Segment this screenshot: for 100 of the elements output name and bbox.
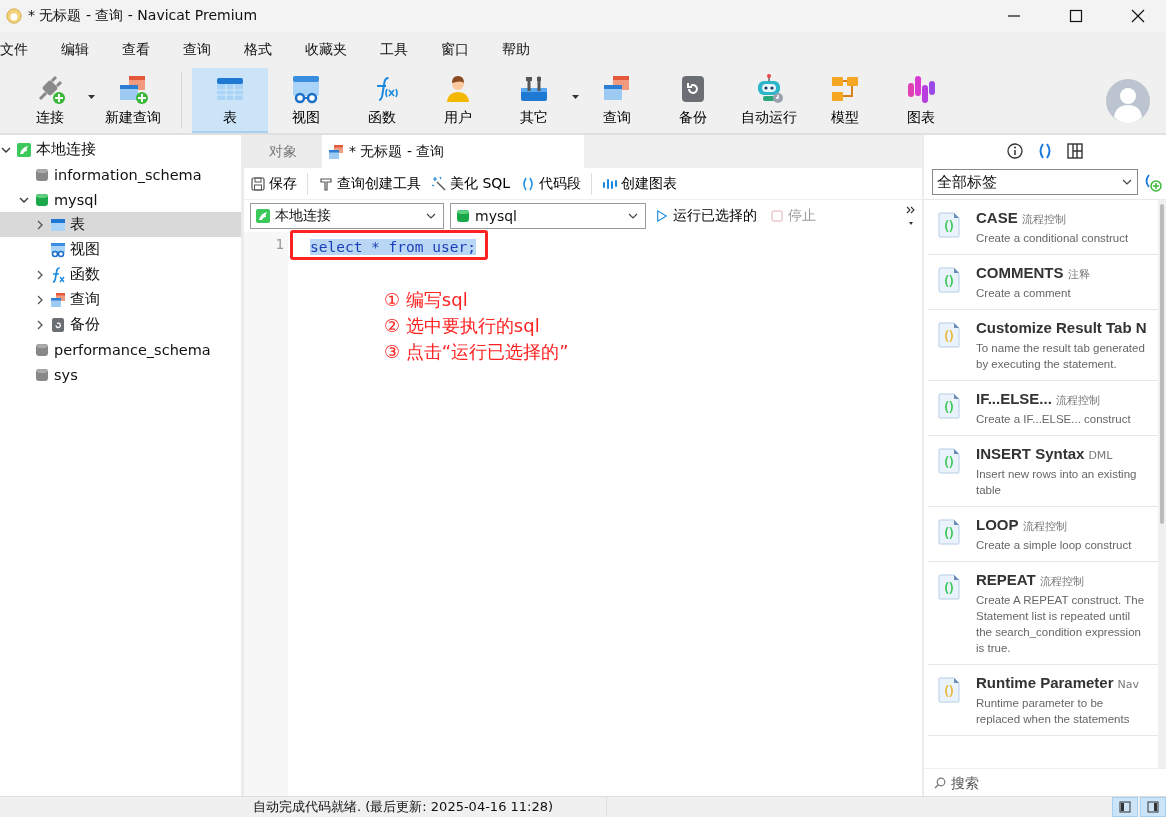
file-icon (938, 448, 960, 474)
annotation: ① 编写sql (384, 288, 469, 312)
toolbar-button[interactable]: 其它 (496, 68, 572, 133)
snippet-tag: DML (1088, 449, 1113, 462)
window-title: * 无标题 - 查询 - Navicat Premium (28, 7, 259, 25)
toolbar-button[interactable]: 查询创建工具 (318, 174, 421, 193)
toolbar-button[interactable]: 美化 SQL (431, 174, 511, 193)
database-icon (34, 341, 50, 358)
file-icon (938, 574, 960, 600)
overflow-icon[interactable] (906, 205, 916, 227)
toolbar-button[interactable]: 图表 (883, 68, 959, 133)
grid-icon[interactable] (1066, 142, 1084, 160)
annotation: ③ 点击“运行已选择的” (384, 340, 570, 364)
tree-item[interactable]: 表 (0, 212, 241, 237)
menu-item[interactable]: 工具 (380, 39, 408, 61)
toolbar-button[interactable]: 视图 (268, 68, 344, 133)
snippet-tag: Nav (1117, 678, 1140, 691)
toolbar-button[interactable]: 新建查询 (95, 68, 171, 133)
menu-item[interactable]: 收藏夹 (305, 39, 347, 61)
snippet-tag: 注释 (1067, 267, 1090, 282)
toolbar-button[interactable]: 代码段 (520, 174, 582, 193)
left-panel-icon (1119, 801, 1131, 813)
tree-item[interactable]: mysql (0, 187, 241, 212)
snippet-item[interactable]: Customize Result Tab N To name the result tab generated by executing the statement. (928, 310, 1158, 381)
database-icon (34, 366, 50, 383)
database-icon (455, 208, 471, 224)
scrollbar[interactable] (1158, 200, 1166, 768)
snippet-item[interactable]: IF...ELSE... 流程控制 Create a IF...ELSE... construct (928, 381, 1158, 436)
snippet-item[interactable]: Runtime Parameter Nav Runtime parameter to be replaced when the statements (928, 665, 1158, 736)
toolbar-button[interactable]: 连接 (12, 68, 88, 133)
menu-item[interactable]: 编辑 (61, 39, 89, 61)
snippet-title: COMMENTS (976, 263, 1064, 282)
snippet-tag: 流程控制 (1022, 519, 1067, 534)
snippet-description: Create a IF...ELSE... construct (976, 412, 1132, 427)
snippet-tag: 流程控制 (1039, 574, 1084, 589)
toolbar-button[interactable]: 创建图表 (602, 174, 678, 193)
panel-toggle-button[interactable] (1112, 797, 1138, 817)
toolbar-button[interactable]: 查询 (579, 68, 655, 133)
search-icon (934, 776, 946, 789)
caret-icon[interactable] (88, 94, 95, 99)
close-icon[interactable] (1131, 9, 1145, 23)
annotation: ② 选中要执行的sql (384, 314, 541, 338)
menu-item[interactable]: 格式 (244, 39, 272, 61)
maximize-icon[interactable] (1069, 9, 1083, 23)
caret-icon[interactable] (572, 94, 579, 99)
snippet-description: Runtime parameter to be replaced when the statements (976, 696, 1131, 727)
tree-item[interactable]: 查询 (0, 287, 241, 312)
right-panel-icon (1147, 801, 1159, 813)
snippet-description: Insert new rows into an existing table (976, 467, 1138, 498)
snippet-title: LOOP (976, 515, 1019, 534)
snippet-tag: 流程控制 (1021, 212, 1066, 227)
toolbar-button[interactable]: 备份 (655, 68, 731, 133)
snippet-item[interactable]: INSERT Syntax DML Insert new rows into an existing table (928, 436, 1158, 507)
tree-item[interactable]: 视图 (0, 237, 241, 262)
snippet-description: Create a conditional construct (976, 231, 1130, 246)
snippet-description: Create a comment (976, 286, 1072, 301)
tab[interactable]: * 无标题 - 查询 (322, 135, 585, 168)
file-icon (938, 267, 960, 293)
snippet-item[interactable]: LOOP 流程控制 Create a simple loop construct (928, 507, 1158, 562)
menu-item[interactable]: 窗口 (441, 39, 469, 61)
tree-item[interactable]: information_schema (0, 162, 241, 187)
tree-item[interactable]: 备份 (0, 312, 241, 337)
panel-toggle-button[interactable] (1140, 797, 1166, 817)
file-icon (938, 322, 960, 348)
toolbar-button[interactable]: 用户 (420, 68, 496, 133)
database-icon (34, 191, 50, 208)
toolbar-button[interactable]: 自动运行 (731, 68, 807, 133)
table-icon (50, 216, 66, 233)
menu-item[interactable]: 查看 (122, 39, 150, 61)
dropdown[interactable]: 本地连接 (250, 203, 444, 229)
file-icon (938, 393, 960, 419)
snippet-item[interactable]: COMMENTS 注释 Create a comment (928, 255, 1158, 310)
toolbar-button[interactable]: 函数 (344, 68, 420, 133)
menu-item[interactable]: 文件 (0, 39, 28, 61)
snippet-description: Create A REPEAT construct. The Statement list is repeated until the search_condition expression is true. (976, 593, 1146, 656)
snippet-title: IF...ELSE... (976, 389, 1052, 408)
tree-item[interactable]: 函数 (0, 262, 241, 287)
tree-item[interactable]: sys (0, 362, 241, 387)
menu-item[interactable]: 帮助 (502, 39, 530, 61)
stop-icon (771, 210, 783, 222)
magic-wand-icon (431, 175, 447, 192)
toolbar-button[interactable]: 保存 (250, 174, 297, 193)
restore-icon (50, 316, 66, 333)
info-icon[interactable] (1006, 142, 1024, 160)
snippet-title: CASE (976, 208, 1018, 227)
database-icon (34, 166, 50, 183)
toolbar-button[interactable]: 表 (192, 68, 268, 133)
run-button[interactable]: 运行已选择的 (652, 207, 761, 225)
tab[interactable]: 对象 (244, 135, 322, 168)
toolbar-button[interactable]: 模型 (807, 68, 883, 133)
tag-dropdown[interactable]: 全部标签 (932, 169, 1138, 195)
status-text: 自动完成代码就绪. (最后更新: 2025-04-16 11:28) (247, 797, 607, 817)
snippet-title: Runtime Parameter (976, 673, 1114, 692)
snippet-title: Customize Result Tab N (976, 318, 1147, 337)
snippet-title: INSERT Syntax (976, 444, 1085, 463)
tree-item[interactable]: performance_schema (0, 337, 241, 362)
tree-item[interactable]: 本地连接 (0, 137, 241, 162)
snippet-item[interactable]: CASE 流程控制 Create a conditional construct (928, 200, 1158, 255)
dropdown[interactable]: mysql (450, 203, 646, 229)
menu-item[interactable]: 查询 (183, 39, 211, 61)
